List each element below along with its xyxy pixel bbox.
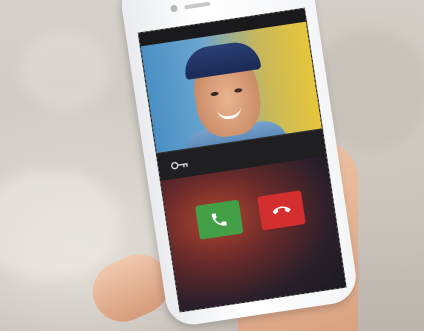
phone-icon (211, 213, 227, 226)
call-panel (160, 156, 346, 312)
background-blob (20, 30, 110, 110)
call-status-text (173, 239, 338, 264)
hang-up-icon (272, 206, 291, 215)
answer-call-button[interactable] (194, 199, 244, 240)
decline-call-button[interactable] (257, 190, 306, 231)
background-blob (0, 170, 120, 280)
key-icon[interactable] (170, 159, 189, 172)
phone-screen (137, 7, 347, 313)
front-camera (170, 4, 179, 13)
earpiece-speaker (184, 1, 211, 10)
